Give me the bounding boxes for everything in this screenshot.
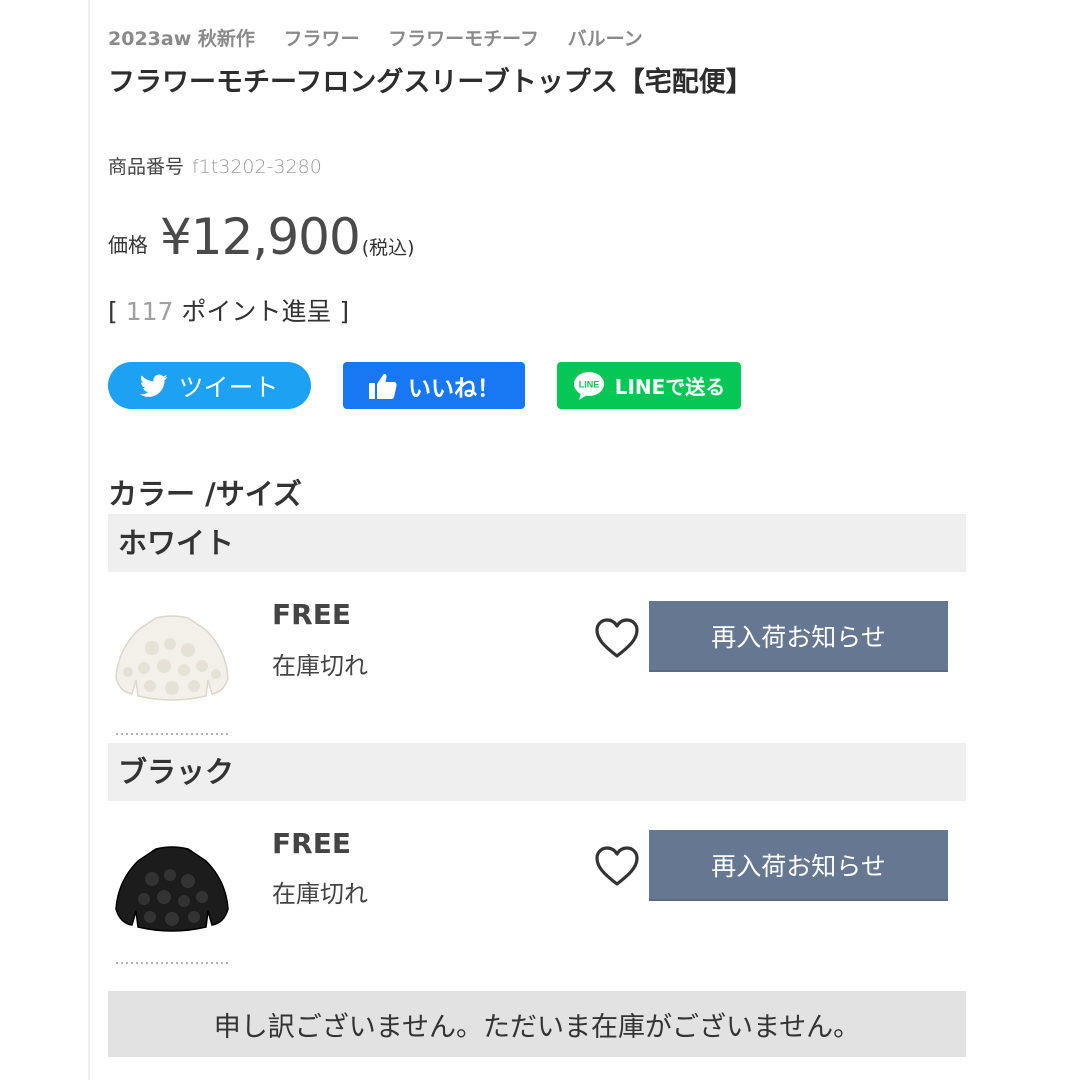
stock-status: 在庫切れ	[272, 880, 368, 908]
out-of-stock-notice: 申し訳ございません。ただいま在庫がございません。	[108, 991, 966, 1057]
page-left-border	[88, 0, 90, 1080]
size-label: FREE	[272, 827, 351, 860]
price-tax-note: (税込)	[361, 237, 415, 259]
price-block: 価格 ¥12,900 (税込)	[108, 208, 415, 266]
like-label: いいね！	[408, 375, 500, 402]
tag-link[interactable]: フラワーモチーフ	[388, 28, 539, 50]
points-value: 117	[125, 297, 174, 326]
product-thumbnail-white[interactable]	[108, 600, 236, 735]
tag-link[interactable]: フラワー	[284, 28, 360, 50]
restock-notify-button[interactable]: 再入荷お知らせ	[649, 601, 948, 672]
product-number-label: 商品番号	[108, 156, 185, 178]
color-header-white: ホワイト	[108, 514, 966, 572]
line-share-button[interactable]: LINE LINEで送る	[557, 362, 741, 409]
product-thumbnail-black[interactable]	[108, 829, 236, 964]
twitter-bird-icon	[140, 373, 169, 398]
points-bracket-open: [	[108, 297, 118, 326]
breadcrumb-tags: 2023aw 秋新作 フラワー フラワーモチーフ バルーン	[108, 24, 665, 51]
points-award: [ 117 ポイント進呈 ]	[108, 292, 349, 328]
thumbs-up-icon	[368, 372, 398, 400]
tag-link[interactable]: 2023aw 秋新作	[108, 28, 255, 50]
price-amount: ¥12,900	[160, 208, 361, 266]
product-title: フラワーモチーフロングスリーブトップス【宅配便】	[108, 67, 753, 98]
heart-icon[interactable]	[594, 617, 640, 659]
like-button[interactable]: いいね！	[343, 362, 525, 409]
size-label: FREE	[272, 598, 351, 631]
heart-icon[interactable]	[594, 845, 640, 887]
price-label: 価格	[108, 233, 148, 257]
product-number-value: f1t3202-3280	[192, 156, 322, 178]
points-bracket-close: ]	[339, 297, 350, 326]
product-number: 商品番号 f1t3202-3280	[108, 152, 322, 179]
restock-notify-button[interactable]: 再入荷お知らせ	[649, 830, 948, 901]
stock-status: 在庫切れ	[272, 652, 368, 680]
color-size-heading: カラー /サイズ	[108, 477, 302, 511]
svg-text:LINE: LINE	[578, 379, 599, 389]
tag-link[interactable]: バルーン	[568, 28, 643, 50]
line-share-label: LINEで送る	[614, 375, 726, 399]
color-header-black: ブラック	[108, 743, 966, 801]
tweet-button[interactable]: ツイート	[108, 362, 311, 409]
points-text: ポイント進呈	[181, 297, 332, 326]
tweet-label: ツイート	[178, 372, 279, 402]
line-logo-icon: LINE	[573, 371, 605, 401]
